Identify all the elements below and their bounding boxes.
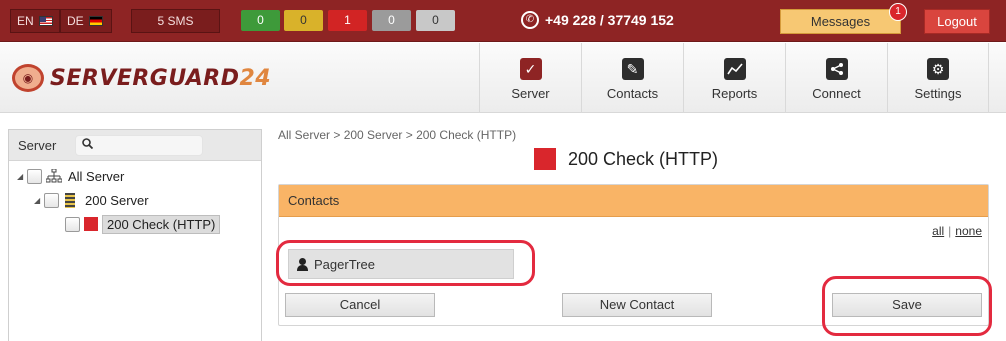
- search-icon: [82, 138, 94, 152]
- server-tree-title: Server: [18, 138, 57, 153]
- nav-reports-label: Reports: [711, 86, 758, 101]
- page-title-row: 200 Check (HTTP): [534, 148, 718, 170]
- cancel-button[interactable]: Cancel: [285, 293, 435, 317]
- phone-icon: ✆: [521, 11, 539, 29]
- support-phone: ✆ +49 228 / 37749 152: [521, 10, 674, 30]
- select-none-link[interactable]: none: [955, 224, 982, 238]
- contact-name: PagerTree: [314, 256, 375, 272]
- phone-number: +49 228 / 37749 152: [545, 12, 674, 28]
- save-button[interactable]: Save: [832, 293, 982, 317]
- server-icon: [65, 192, 75, 208]
- status-counter-unknown[interactable]: 0: [372, 10, 411, 31]
- logo-text: SERVERGUARD: [50, 65, 240, 91]
- tree-node-label: 200 Server: [85, 192, 149, 208]
- tree-node-all-server[interactable]: ◢ All Server: [17, 165, 124, 187]
- messages-button[interactable]: Messages: [780, 9, 901, 34]
- us-flag-icon: [38, 16, 53, 26]
- sms-credits[interactable]: 5 SMS: [131, 9, 220, 33]
- server-search-input[interactable]: [75, 135, 203, 156]
- pen-icon: ✎: [621, 58, 644, 80]
- page-title: 200 Check (HTTP): [568, 148, 719, 169]
- gear-icon: ⚙: [927, 58, 949, 80]
- nav-connect-label: Connect: [812, 86, 861, 101]
- serverguard-logo[interactable]: ◉ SERVERGUARD24: [12, 63, 271, 93]
- header: ◉ SERVERGUARD24 ✓ Server ✎ Contacts Repo…: [0, 43, 1006, 113]
- status-counter-ok[interactable]: 0: [241, 10, 280, 31]
- status-counter-error[interactable]: 1: [328, 10, 367, 31]
- nav-server[interactable]: ✓ Server: [479, 43, 581, 113]
- new-contact-button[interactable]: New Contact: [562, 293, 712, 317]
- link-separator: |: [948, 224, 952, 238]
- check-icon: ✓: [519, 58, 542, 80]
- status-counter-paused[interactable]: 0: [416, 10, 455, 31]
- logo-wordmark: SERVERGUARD24: [50, 66, 271, 91]
- tree-node-label-selected: 200 Check (HTTP): [102, 214, 221, 234]
- language-en-button[interactable]: EN: [10, 9, 60, 33]
- server-tree-panel: Server ◢ All Server ◢ 200 Server 200 Che…: [8, 129, 262, 341]
- messages-count-badge: 1: [889, 3, 907, 21]
- collapse-caret-icon[interactable]: ◢: [17, 172, 27, 181]
- nav-reports[interactable]: Reports: [683, 43, 785, 113]
- logo-eye-icon: ◉: [12, 64, 44, 92]
- nav-server-label: Server: [511, 86, 550, 101]
- tree-checkbox[interactable]: [27, 168, 42, 184]
- top-bar: EN DE 5 SMS 0 0 1 0 0 ✆ +49 228 / 37749 …: [0, 0, 1006, 42]
- nav-settings[interactable]: ⚙ Settings: [887, 43, 989, 113]
- status-counter-warning[interactable]: 0: [284, 10, 323, 31]
- contact-item-pagertree[interactable]: PagerTree: [288, 249, 514, 279]
- language-en-label: EN: [17, 14, 34, 28]
- person-icon: [297, 257, 308, 271]
- logo-number: 24: [239, 65, 272, 91]
- chart-icon: [723, 58, 746, 80]
- contacts-panel: Contacts all | none PagerTree Cancel New C…: [278, 184, 989, 326]
- nav-settings-label: Settings: [914, 86, 962, 101]
- status-error-icon: [534, 148, 556, 170]
- select-links: all | none: [932, 224, 982, 238]
- tree-checkbox[interactable]: [44, 192, 59, 208]
- nav-contacts[interactable]: ✎ Contacts: [581, 43, 683, 113]
- language-de-button[interactable]: DE: [60, 9, 112, 33]
- de-flag-icon: [88, 16, 103, 26]
- nav-contacts-label: Contacts: [606, 86, 659, 101]
- select-all-link[interactable]: all: [932, 224, 944, 238]
- server-tree-header: Server: [9, 130, 261, 161]
- contacts-panel-header: Contacts: [279, 185, 988, 217]
- tree-node-200-server[interactable]: ◢ 200 Server: [34, 189, 149, 211]
- network-icon: [45, 168, 63, 183]
- breadcrumb[interactable]: All Server > 200 Server > 200 Check (HTT…: [278, 128, 516, 142]
- status-error-icon: [84, 217, 98, 231]
- nav-connect[interactable]: Connect: [785, 43, 887, 113]
- tree-node-label: All Server: [68, 168, 125, 184]
- share-icon: [825, 58, 848, 80]
- tree-checkbox[interactable]: [65, 216, 80, 232]
- logout-button[interactable]: Logout: [924, 9, 990, 34]
- language-de-label: DE: [67, 14, 84, 28]
- tree-node-200-check[interactable]: 200 Check (HTTP): [65, 213, 221, 235]
- collapse-caret-icon[interactable]: ◢: [34, 196, 44, 205]
